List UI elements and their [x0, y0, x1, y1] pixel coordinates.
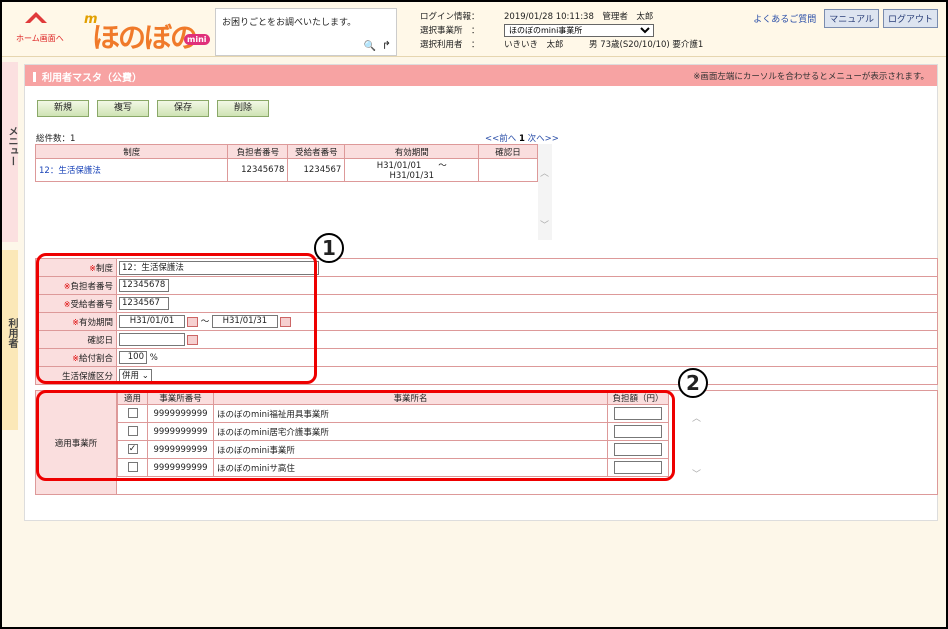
scroll-down-icon[interactable]: ﹀	[540, 218, 549, 231]
action-buttons: 新規 複写 保存 削除	[37, 100, 269, 117]
header: ホーム画面へ m ほのぼの mini お困りごとをお調べいたします。 🔍 ↱ ロ…	[2, 2, 946, 57]
callout-box-2	[36, 390, 675, 481]
office-select[interactable]: ほのぼのmini事業所	[504, 24, 654, 37]
pager-next[interactable]: 次へ>>	[528, 134, 559, 144]
callout-badge-1: 1	[314, 233, 344, 263]
record-list-table: 制度 負担者番号 受給者番号 有効期間 確認日 12：生活保護法 1234567…	[34, 144, 538, 182]
logo-badge: mini	[184, 34, 210, 45]
scroll-up-icon[interactable]: ︿	[692, 411, 701, 424]
new-button[interactable]: 新規	[37, 100, 89, 117]
table-row[interactable]: 12：生活保護法 12345678 1234567 H31/01/01 ～ H3…	[34, 158, 538, 182]
total-count: 総件数：1	[36, 134, 76, 144]
user-key: 選択利用者 ：	[420, 40, 480, 50]
office-scrollbar[interactable]: ︿ ﹀	[690, 405, 704, 485]
manual-button[interactable]: マニュアル	[824, 9, 879, 28]
user-value: いきいき 太郎 男 73歳(S20/10/10) 要介護1	[504, 40, 704, 50]
page-hint: ※画面左端にカーソルを合わせるとメニューが表示されます。	[693, 72, 929, 82]
home-label: ホーム画面へ	[16, 34, 64, 43]
home-icon	[25, 12, 47, 23]
cell-kakunin	[478, 158, 538, 182]
search-icon[interactable]: 🔍	[364, 41, 376, 52]
home-button[interactable]: ホーム画面へ	[16, 10, 64, 50]
title-bar: 利用者マスタ（公費） ※画面左端にカーソルを合わせるとメニューが表示されます。	[25, 65, 937, 86]
col-kakunin: 確認日	[478, 144, 538, 159]
side-tab-menu[interactable]: メニュー	[2, 62, 18, 242]
logo-text: ほのぼの	[92, 21, 198, 54]
top-links: よくあるご質問 マニュアル ログアウト	[753, 9, 938, 28]
help-search-text: お困りごとをお調べいたします。	[222, 18, 357, 28]
cell-kikan: H31/01/01 ～ H31/01/31	[344, 158, 480, 182]
help-search-box[interactable]: お困りごとをお調べいたします。 🔍 ↱	[215, 8, 397, 56]
col-seido: 制度	[34, 144, 229, 159]
faq-link[interactable]: よくあるご質問	[753, 12, 816, 25]
cell-futan: 12345678	[227, 158, 289, 182]
logout-button[interactable]: ログアウト	[882, 9, 938, 28]
pager: <<前へ 1 次へ>>	[485, 132, 559, 144]
pager-prev[interactable]: <<前へ	[485, 134, 516, 144]
cell-jukyu: 1234567	[287, 158, 346, 182]
app-logo: m ほのぼの mini	[72, 10, 212, 54]
side-tab-menu-label: メニュー	[6, 126, 17, 166]
scroll-down-icon[interactable]: ﹀	[692, 467, 701, 480]
office-key: 選択事業所 ：	[420, 26, 480, 36]
copy-button[interactable]: 複写	[97, 100, 149, 117]
pager-current: 1	[518, 134, 525, 144]
list-scrollbar[interactable]: ︿ ﹀	[538, 144, 552, 240]
login-info-key: ログイン情報：	[420, 12, 480, 22]
scroll-up-icon[interactable]: ︿	[540, 166, 549, 179]
callout-badge-2: 2	[678, 368, 708, 398]
go-arrow-icon[interactable]: ↱	[382, 39, 391, 52]
col-futan: 負担者番号	[227, 144, 289, 159]
col-kikan: 有効期間	[344, 144, 480, 159]
save-button[interactable]: 保存	[157, 100, 209, 117]
page-title: 利用者マスタ（公費）	[33, 69, 142, 84]
callout-box-1	[36, 253, 317, 384]
session-info: ログイン情報： 2019/01/28 10:11:38 管理者 太郎 選択事業所 …	[420, 10, 703, 52]
cell-seido[interactable]: 12：生活保護法	[34, 158, 229, 182]
delete-button[interactable]: 削除	[217, 100, 269, 117]
side-tab-user[interactable]: 利用者	[2, 250, 18, 430]
col-jukyu: 受給者番号	[287, 144, 346, 159]
side-tab-user-label: 利用者	[6, 318, 17, 348]
login-info-value: 2019/01/28 10:11:38 管理者 太郎	[504, 12, 654, 22]
